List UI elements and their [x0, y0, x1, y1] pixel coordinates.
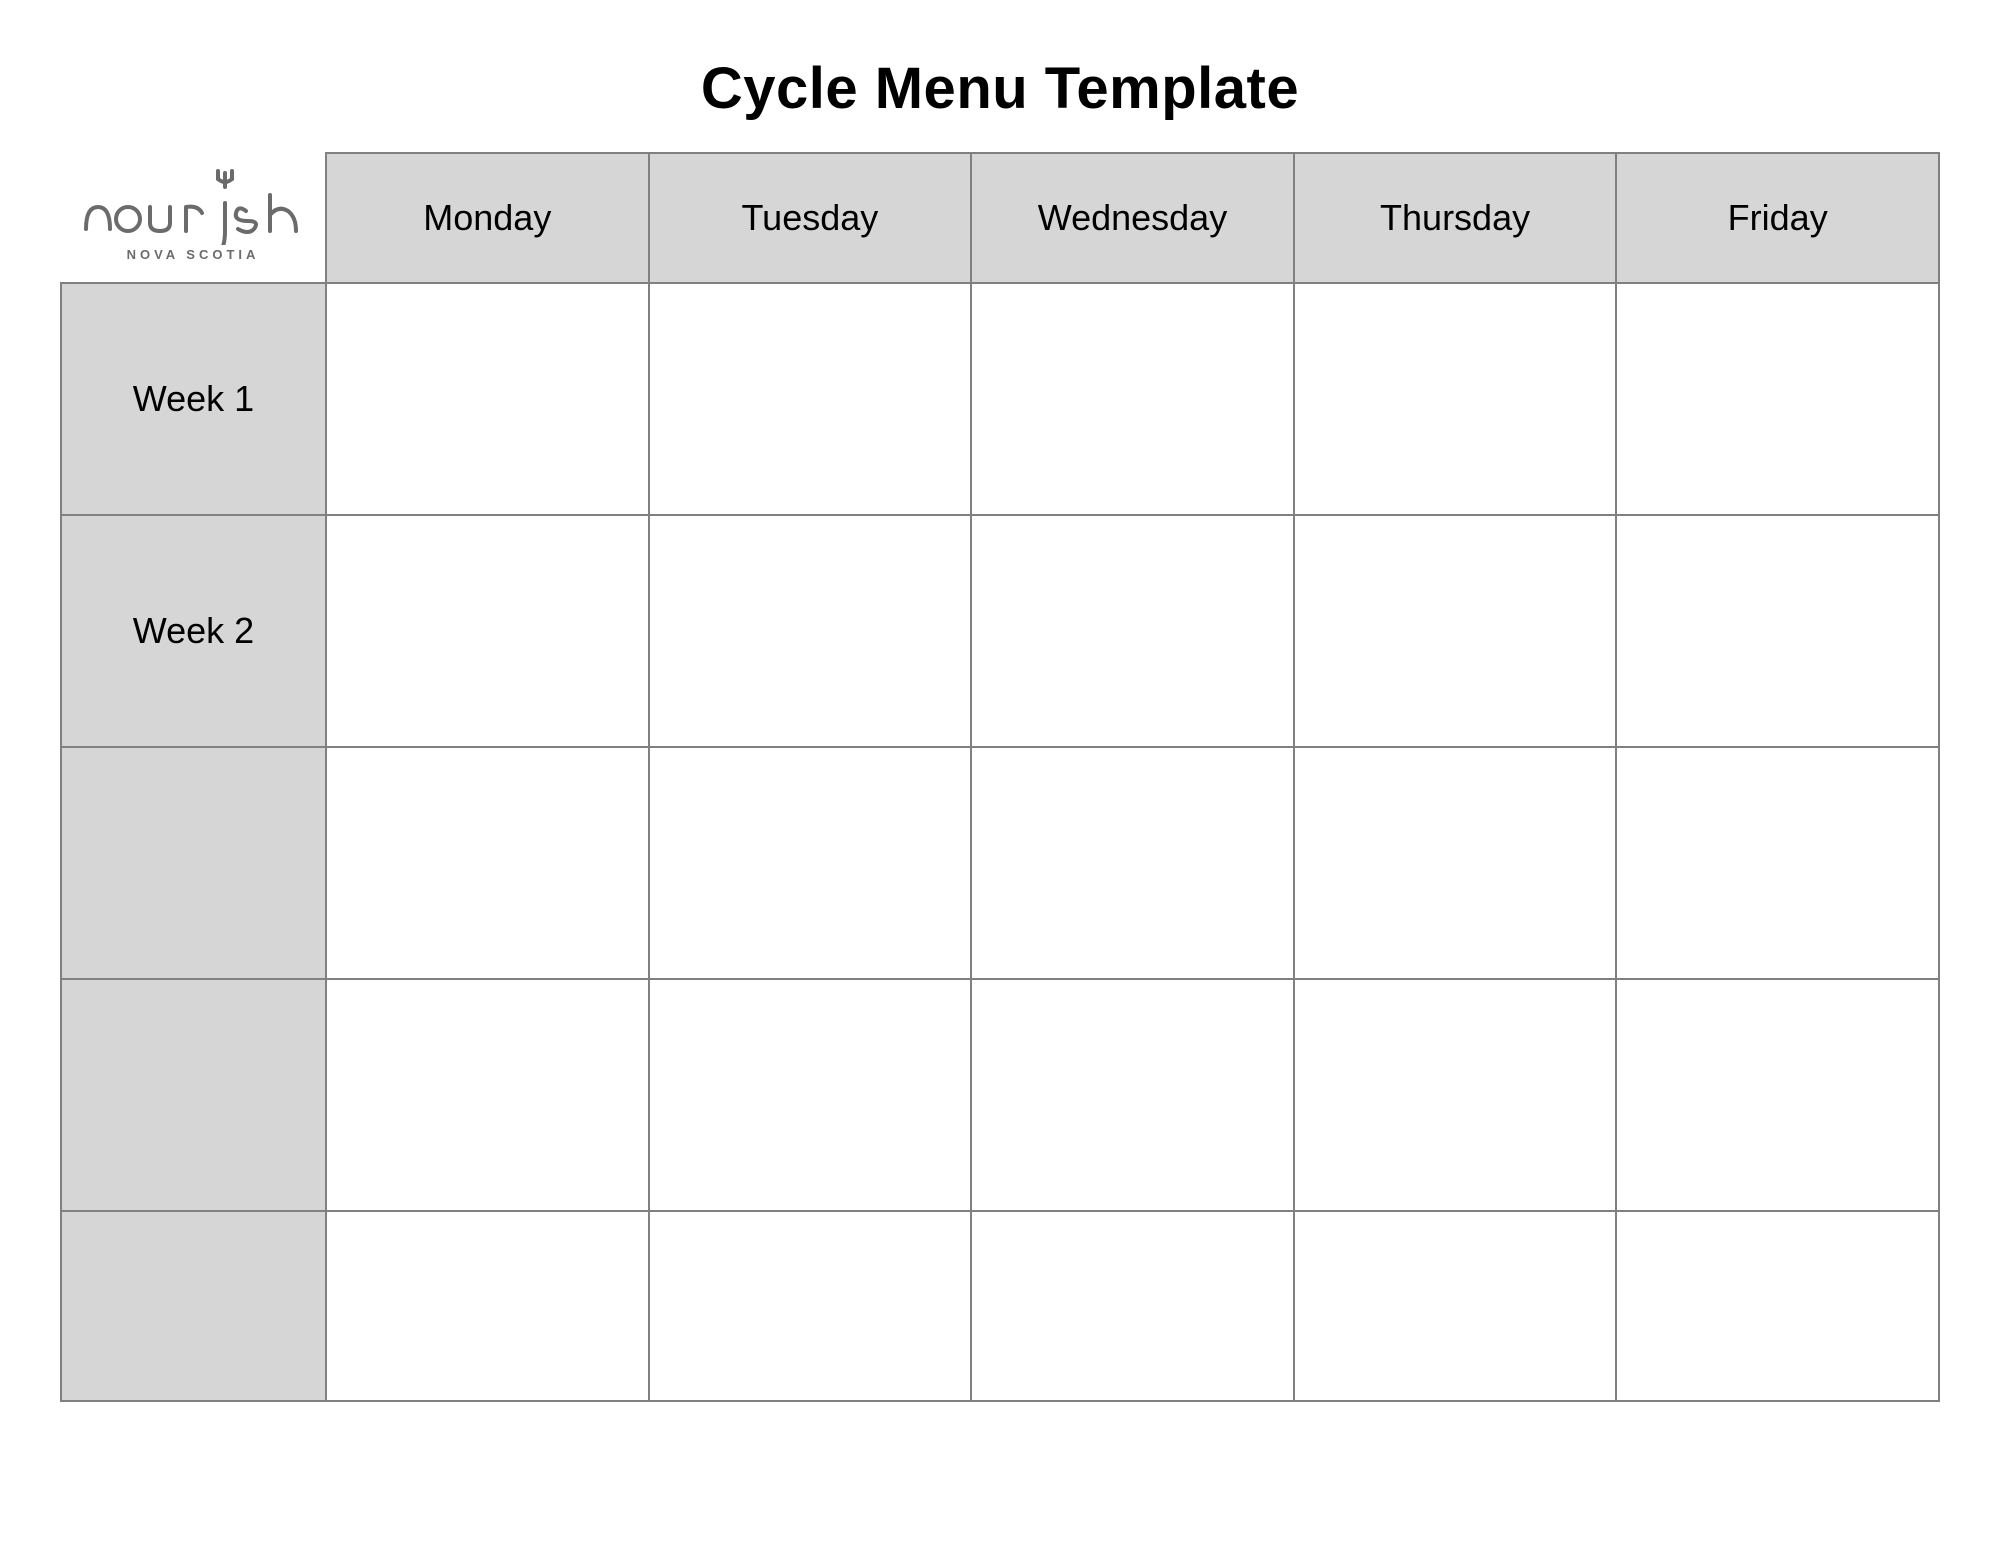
- cell-w2-fri: [1616, 515, 1939, 747]
- cell-w1-fri: [1616, 283, 1939, 515]
- cell-w2-wed: [971, 515, 1294, 747]
- week-label-5: [61, 1211, 326, 1401]
- cell-w2-thu: [1294, 515, 1617, 747]
- logo-cell: NOVA SCOTIA: [61, 153, 326, 283]
- cell-w4-mon: [326, 979, 649, 1211]
- cell-w5-tue: [649, 1211, 972, 1401]
- cell-w5-wed: [971, 1211, 1294, 1401]
- week-label-1: Week 1: [61, 283, 326, 515]
- day-header-monday: Monday: [326, 153, 649, 283]
- cell-w4-fri: [1616, 979, 1939, 1211]
- day-header-thursday: Thursday: [1294, 153, 1617, 283]
- cell-w1-mon: [326, 283, 649, 515]
- week-label-2: Week 2: [61, 515, 326, 747]
- nourish-logo-icon: [78, 167, 308, 245]
- cell-w4-tue: [649, 979, 972, 1211]
- cell-w2-mon: [326, 515, 649, 747]
- cell-w3-tue: [649, 747, 972, 979]
- cell-w3-fri: [1616, 747, 1939, 979]
- day-header-wednesday: Wednesday: [971, 153, 1294, 283]
- cell-w3-thu: [1294, 747, 1617, 979]
- cell-w5-mon: [326, 1211, 649, 1401]
- cell-w2-tue: [649, 515, 972, 747]
- day-header-friday: Friday: [1616, 153, 1939, 283]
- cell-w1-wed: [971, 283, 1294, 515]
- cell-w1-tue: [649, 283, 972, 515]
- cell-w3-wed: [971, 747, 1294, 979]
- cycle-menu-table: NOVA SCOTIA Monday Tuesday Wednesday Thu…: [60, 152, 1940, 1402]
- week-label-3: [61, 747, 326, 979]
- week-label-4: [61, 979, 326, 1211]
- cell-w1-thu: [1294, 283, 1617, 515]
- logo-subtext: NOVA SCOTIA: [78, 247, 308, 262]
- cell-w4-thu: [1294, 979, 1617, 1211]
- cell-w3-mon: [326, 747, 649, 979]
- cell-w5-thu: [1294, 1211, 1617, 1401]
- nourish-logo: NOVA SCOTIA: [78, 167, 308, 262]
- cell-w5-fri: [1616, 1211, 1939, 1401]
- page-title: Cycle Menu Template: [60, 55, 1940, 122]
- cell-w4-wed: [971, 979, 1294, 1211]
- day-header-tuesday: Tuesday: [649, 153, 972, 283]
